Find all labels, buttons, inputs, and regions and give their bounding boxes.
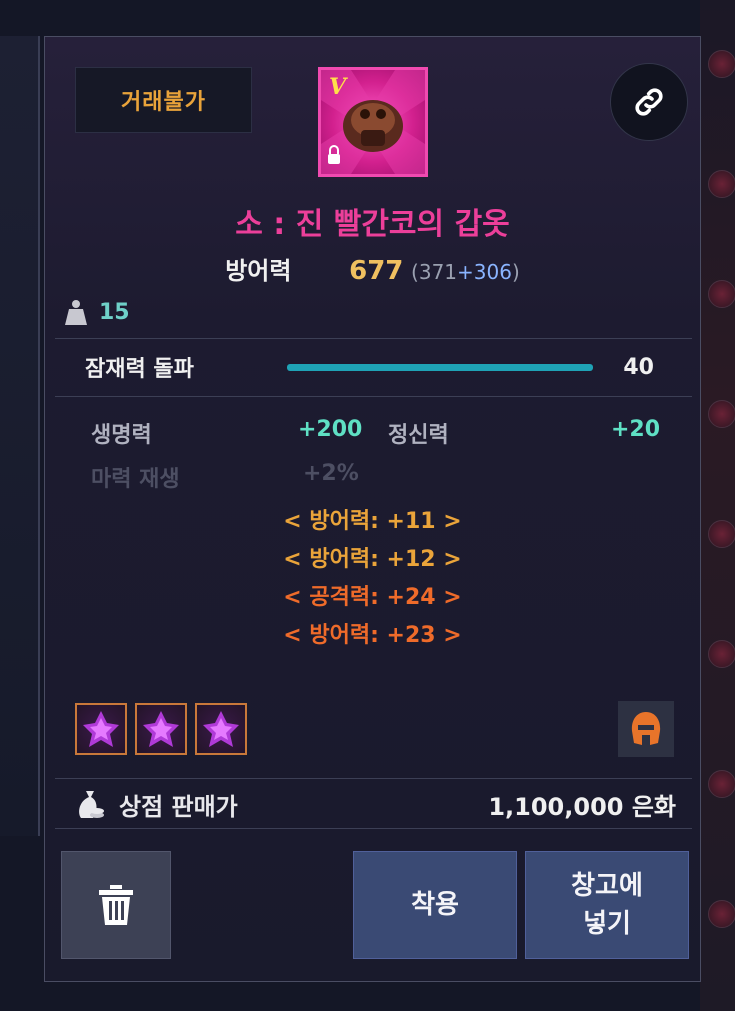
- equip-button[interactable]: 착용: [353, 851, 517, 959]
- stat-value-mp: +20: [611, 417, 661, 442]
- defense-label: 방어력: [225, 257, 292, 285]
- shop-price-row: 상점 판매가 1,100,000 은화: [55, 780, 692, 828]
- background-slot-column: [700, 0, 735, 1011]
- divider: [55, 396, 692, 397]
- slot-orb: [708, 900, 735, 928]
- potential-progress-bar: [287, 364, 593, 371]
- line-effect: < 방어력: +12 >: [283, 547, 462, 572]
- potential-value: 40: [623, 354, 654, 380]
- slot-orb: [708, 400, 735, 428]
- shop-price-label: 상점 판매가: [119, 792, 238, 821]
- weight-row: 15: [65, 299, 130, 325]
- gem-slot[interactable]: [195, 703, 247, 755]
- divider: [55, 828, 692, 829]
- potential-label: 잠재력 돌파: [85, 357, 194, 382]
- stat-label-hp: 생명력: [91, 423, 152, 448]
- divider: [55, 778, 692, 779]
- defense-paren-close: ): [511, 260, 520, 284]
- slot-orb: [708, 640, 735, 668]
- helmet-icon: [631, 712, 661, 745]
- line-effect: < 방어력: +23 >: [283, 623, 462, 648]
- gem-icon: [203, 711, 239, 747]
- stat-label-mana-regen: 마력 재생: [91, 467, 180, 492]
- weight-icon: [65, 300, 87, 325]
- stat-label-mp: 정신력: [388, 423, 449, 448]
- money-bag-icon: [79, 791, 104, 818]
- item-tooltip-panel: 거래불가 V 소 : 진 빨간코의 갑옷 방어력 677 (371+306) 1…: [44, 36, 701, 982]
- slot-orb: [708, 770, 735, 798]
- gem-slot[interactable]: [75, 703, 127, 755]
- item-icon[interactable]: V: [318, 67, 428, 177]
- defense-value: 677: [349, 256, 404, 286]
- trash-icon: [99, 885, 133, 925]
- gem-slot[interactable]: [135, 703, 187, 755]
- line-effect: < 공격력: +24 >: [283, 585, 462, 610]
- store-in-warehouse-button[interactable]: 창고에 넣기: [525, 851, 689, 959]
- gem-icon: [83, 711, 119, 747]
- potential-progress-fill: [287, 364, 593, 371]
- svg-text:V: V: [329, 74, 348, 100]
- slot-orb: [708, 50, 735, 78]
- class-restriction-icon: [618, 701, 674, 757]
- defense-base: 371: [418, 260, 458, 284]
- gem-icon: [143, 711, 179, 747]
- slot-orb: [708, 520, 735, 548]
- defense-stat-row: 방어력 677 (371+306): [45, 251, 700, 286]
- background-panel-left: [0, 36, 40, 836]
- shop-price-value: 1,100,000 은화: [488, 792, 676, 821]
- trade-status-badge: 거래불가: [75, 67, 252, 133]
- link-icon: [635, 88, 663, 116]
- defense-bonus: +306: [457, 260, 512, 284]
- link-button[interactable]: [610, 63, 688, 141]
- potential-row: 잠재력 돌파 40: [55, 339, 692, 395]
- line-effect: < 방어력: +11 >: [283, 509, 462, 534]
- armor-icon: V: [321, 70, 425, 174]
- slot-orb: [708, 170, 735, 198]
- stat-value-mana-regen: +2%: [303, 461, 359, 486]
- weight-value: 15: [99, 299, 130, 325]
- item-name: 소 : 진 빨간코의 갑옷: [235, 207, 510, 242]
- stat-value-hp: +200: [298, 417, 363, 442]
- defense-paren-open: (: [411, 260, 419, 284]
- slot-orb: [708, 280, 735, 308]
- delete-button[interactable]: [61, 851, 171, 959]
